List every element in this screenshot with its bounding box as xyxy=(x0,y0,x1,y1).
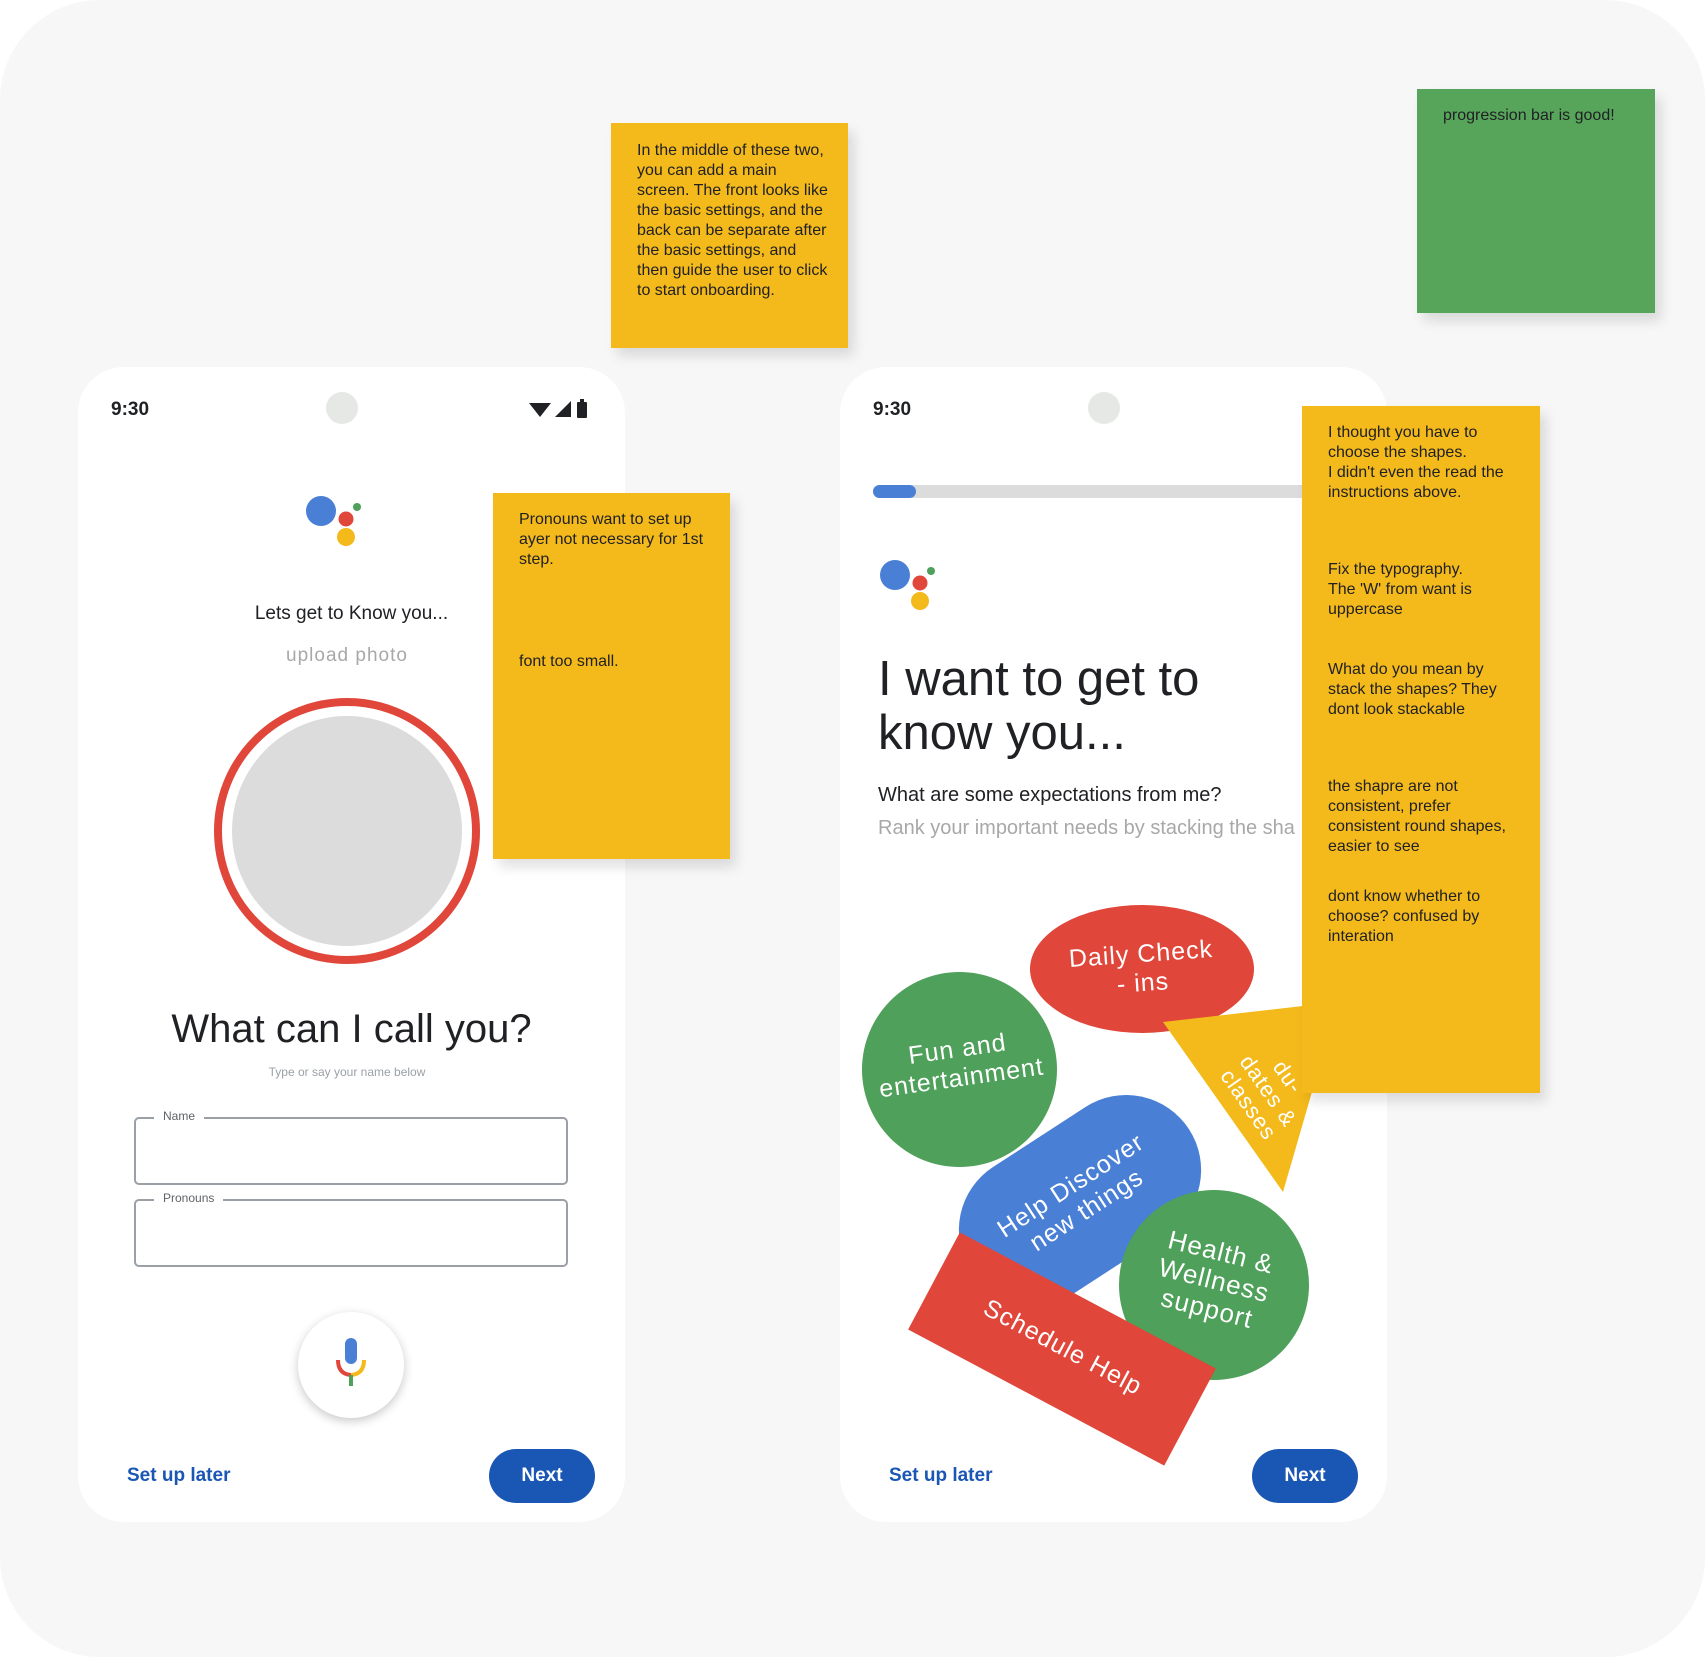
pronouns-field-label: Pronouns xyxy=(154,1191,224,1205)
pronouns-field[interactable]: Pronouns xyxy=(134,1191,568,1267)
avatar-placeholder xyxy=(232,716,462,946)
wifi-icon xyxy=(529,403,551,417)
name-field[interactable]: Name xyxy=(134,1109,568,1185)
sticky-note-text: What do you mean by stack the shapes? Th… xyxy=(1328,661,1497,718)
sticky-note-text: Fix the typography. The 'W' from want is… xyxy=(1328,561,1472,618)
progress-fill xyxy=(873,485,917,498)
page-title-line2: know you... xyxy=(878,706,1126,760)
setup-later-button[interactable]: Set up later xyxy=(889,1465,992,1487)
sticky-note-text: progression bar is good! xyxy=(1443,107,1615,124)
subtitle: What are some expectations from me? xyxy=(878,784,1222,806)
microphone-icon xyxy=(336,1338,366,1386)
next-button[interactable]: Next xyxy=(1252,1449,1358,1503)
sticky-note-progression[interactable]: progression bar is good! xyxy=(1417,89,1655,313)
sticky-note-text: the shapre are not consistent, prefer co… xyxy=(1328,778,1506,855)
progress-bar xyxy=(873,485,1353,498)
assistant-logo-icon xyxy=(880,560,935,610)
battery-icon xyxy=(577,402,587,418)
shape-health-label: Health & Wellness support xyxy=(1155,1224,1278,1335)
status-icons xyxy=(529,399,587,418)
sticky-note-text: In the middle of these two, you can add … xyxy=(637,142,828,299)
camera-cutout xyxy=(1088,392,1120,424)
microphone-button[interactable] xyxy=(298,1312,404,1418)
hint-text: Type or say your name below xyxy=(268,1065,426,1079)
page-title: I want to get to know you... xyxy=(878,652,1199,760)
shape-daily-check-ins-label: Daily Check - ins xyxy=(1067,935,1214,999)
sticky-note-main-screen[interactable]: In the middle of these two, you can add … xyxy=(611,123,848,348)
sticky-note-text: I thought you have to choose the shapes.… xyxy=(1328,424,1504,501)
sticky-note-text: dont know whether to choose? confused by… xyxy=(1328,888,1481,945)
shape-fun-entertainment[interactable]: Fun and entertainment xyxy=(862,972,1057,1167)
page-title: What can I call you? xyxy=(171,1007,532,1051)
status-time: 9:30 xyxy=(873,399,912,420)
sticky-note-text: font too small. xyxy=(519,653,619,670)
avatar-upload[interactable] xyxy=(214,698,480,964)
signal-icon xyxy=(555,401,571,417)
assistant-logo-icon xyxy=(306,496,361,546)
shape-fun-label: Fun and entertainment xyxy=(877,1028,1046,1104)
sticky-note-feedback[interactable]: I thought you have to choose the shapes.… xyxy=(1302,406,1540,1093)
instructions: Rank your important needs by stacking th… xyxy=(878,817,1295,839)
board: 9:30 Lets get to Know you... upload phot… xyxy=(0,0,1705,1657)
sticky-note-pronouns[interactable]: Pronouns want to set up ayer not necessa… xyxy=(493,493,730,859)
status-time: 9:30 xyxy=(111,399,150,420)
camera-cutout xyxy=(326,392,358,424)
setup-later-button[interactable]: Set up later xyxy=(127,1465,230,1487)
name-field-label: Name xyxy=(154,1109,205,1123)
page-title-line1: I want to get to xyxy=(878,652,1200,706)
sticky-note-text: Pronouns want to set up ayer not necessa… xyxy=(519,511,704,568)
next-button[interactable]: Next xyxy=(489,1449,595,1503)
